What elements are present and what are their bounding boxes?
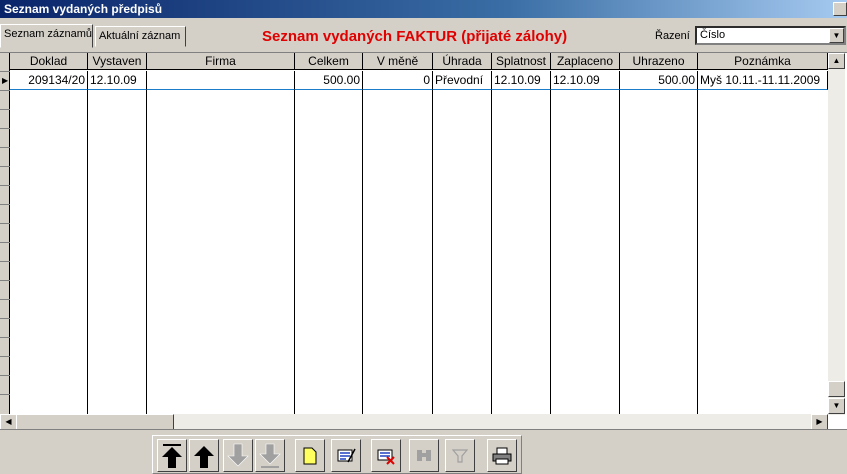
filter-button[interactable] (445, 439, 475, 472)
print-button[interactable] (487, 439, 517, 472)
scroll-down-icon[interactable]: ▼ (828, 398, 845, 414)
title-bar: Seznam vydaných předpisů (0, 0, 847, 18)
scroll-right-icon[interactable]: ▶ (811, 414, 828, 429)
first-record-arrow-icon (162, 443, 182, 468)
column-header-celkem[interactable]: Celkem (295, 53, 363, 70)
column-header-splatnost[interactable]: Splatnost (492, 53, 551, 70)
table-cell-celkem[interactable]: 500.00 (295, 71, 363, 90)
tab-current-record[interactable]: Aktuální záznam (95, 26, 186, 47)
edit-record-button[interactable] (331, 439, 361, 472)
column-header-zaplaceno[interactable]: Zaplaceno (551, 53, 620, 70)
data-grid: ▶ Doklad Vystaven Firma Celkem V měně Úh… (0, 52, 847, 430)
app-window: Seznam vydaných předpisů Seznam záznamů … (0, 0, 847, 474)
vertical-scroll-thumb[interactable] (828, 381, 845, 397)
search-button[interactable] (409, 439, 439, 472)
current-row-arrow-icon: ▶ (2, 76, 9, 85)
horizontal-scroll-thumb[interactable] (16, 414, 174, 429)
new-record-button[interactable] (295, 439, 325, 472)
print-icon (492, 447, 512, 464)
next-record-button[interactable] (223, 439, 253, 472)
horizontal-scrollbar[interactable]: ◀ ▶ (0, 414, 828, 429)
scroll-up-icon[interactable]: ▲ (828, 53, 845, 69)
filter-funnel-icon (451, 448, 469, 463)
table-cell-vystaven[interactable]: 12.10.09 (88, 71, 147, 90)
table-cell-poznamka[interactable]: Myš 10.11.-11.11.2009 (698, 71, 828, 90)
column-header-v-mene[interactable]: V měně (363, 53, 433, 70)
table-cell-uhrazeno[interactable]: 500.00 (620, 71, 698, 90)
column-header-doklad[interactable]: Doklad (10, 53, 88, 70)
column-header-uhrazeno[interactable]: Uhrazeno (620, 53, 698, 70)
edit-record-icon (337, 448, 356, 462)
previous-record-button[interactable] (189, 439, 219, 472)
search-binoculars-icon (417, 449, 431, 461)
table-cell-splatnost[interactable]: 12.10.09 (492, 71, 551, 90)
previous-record-arrow-icon (194, 445, 214, 468)
new-record-icon (303, 447, 317, 464)
first-record-button[interactable] (157, 439, 187, 472)
column-header-uhrada[interactable]: Úhrada (433, 53, 492, 70)
delete-record-button[interactable] (371, 439, 401, 472)
table-cell-v-mene[interactable]: 0 (363, 71, 433, 90)
page-heading: Seznam vydaných FAKTUR (přijaté zálohy) (262, 28, 568, 45)
column-header-vystaven[interactable]: Vystaven (88, 53, 147, 70)
column-header-firma[interactable]: Firma (147, 53, 295, 70)
column-header-poznamka[interactable]: Poznámka (698, 53, 828, 70)
table-cell-firma[interactable] (147, 71, 295, 90)
vertical-scrollbar[interactable]: ▲ ▼ (828, 53, 845, 415)
last-record-button[interactable] (255, 439, 285, 472)
sort-select[interactable]: Číslo ▼ (695, 26, 846, 45)
next-record-arrow-icon (227, 443, 249, 466)
window-title: Seznam vydaných předpisů (4, 2, 163, 16)
navigation-toolbar (152, 435, 522, 474)
tab-record-list[interactable]: Seznam záznamů (0, 24, 93, 48)
last-record-arrow-icon (259, 443, 281, 468)
table-cell-uhrada[interactable]: Převodní (433, 71, 492, 90)
row-indicator-column: ▶ (0, 53, 10, 415)
close-button[interactable] (833, 2, 847, 16)
scroll-left-icon[interactable]: ◀ (0, 414, 17, 429)
chevron-down-icon[interactable]: ▼ (829, 28, 844, 43)
sort-label: Řazení (655, 30, 690, 42)
sort-value: Číslo (700, 29, 726, 41)
delete-record-icon (377, 449, 395, 465)
table-cell-zaplaceno[interactable]: 12.10.09 (551, 71, 620, 90)
table-cell-doklad[interactable]: 209134/20 (10, 71, 88, 90)
